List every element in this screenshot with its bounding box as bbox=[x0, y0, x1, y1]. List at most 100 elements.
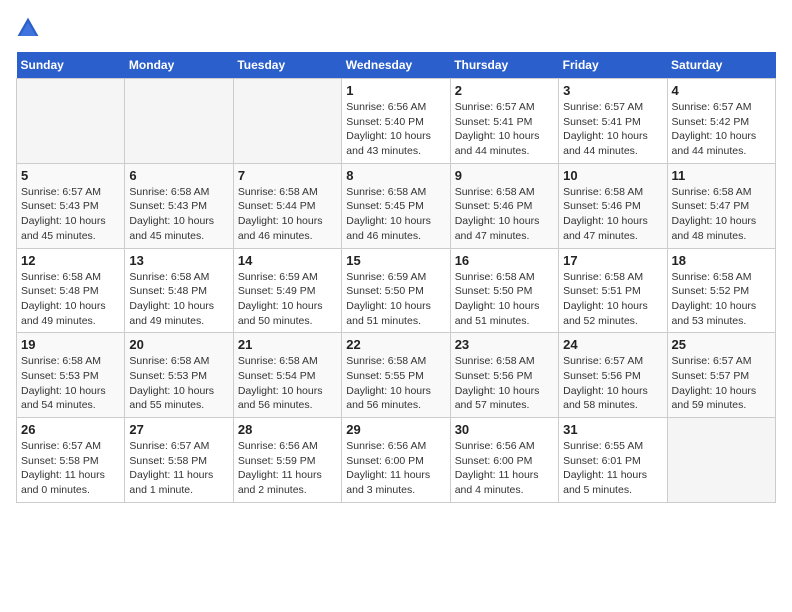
page-header bbox=[16, 16, 776, 40]
weekday-header-tuesday: Tuesday bbox=[233, 52, 341, 79]
day-info: Sunrise: 6:58 AM Sunset: 5:50 PM Dayligh… bbox=[455, 270, 554, 329]
weekday-header-monday: Monday bbox=[125, 52, 233, 79]
day-info: Sunrise: 6:56 AM Sunset: 5:59 PM Dayligh… bbox=[238, 439, 337, 498]
day-number: 6 bbox=[129, 168, 228, 183]
day-number: 2 bbox=[455, 83, 554, 98]
day-cell: 25 Sunrise: 6:57 AM Sunset: 5:57 PM Dayli… bbox=[667, 333, 775, 418]
day-cell: 18Sunrise: 6:58 AM Sunset: 5:52 PM Dayli… bbox=[667, 248, 775, 333]
day-number: 14 bbox=[238, 253, 337, 268]
day-info: Sunrise: 6:58 AM Sunset: 5:48 PM Dayligh… bbox=[129, 270, 228, 329]
weekday-header-sunday: Sunday bbox=[17, 52, 125, 79]
day-cell bbox=[125, 79, 233, 164]
day-info: Sunrise: 6:57 AM Sunset: 5:43 PM Dayligh… bbox=[21, 185, 120, 244]
day-number: 27 bbox=[129, 422, 228, 437]
day-cell: 29 Sunrise: 6:56 AM Sunset: 6:00 PM Dayli… bbox=[342, 418, 450, 503]
day-number: 20 bbox=[129, 337, 228, 352]
day-cell: 2 Sunrise: 6:57 AM Sunset: 5:41 PM Daylig… bbox=[450, 79, 558, 164]
day-cell: 11Sunrise: 6:58 AM Sunset: 5:47 PM Dayli… bbox=[667, 163, 775, 248]
day-info: Sunrise: 6:58 AM Sunset: 5:51 PM Dayligh… bbox=[563, 270, 662, 329]
day-number: 16 bbox=[455, 253, 554, 268]
day-number: 25 bbox=[672, 337, 771, 352]
day-cell bbox=[667, 418, 775, 503]
day-info: Sunrise: 6:58 AM Sunset: 5:44 PM Dayligh… bbox=[238, 185, 337, 244]
day-cell: 9 Sunrise: 6:58 AM Sunset: 5:46 PM Daylig… bbox=[450, 163, 558, 248]
day-cell: 28 Sunrise: 6:56 AM Sunset: 5:59 PM Dayli… bbox=[233, 418, 341, 503]
logo bbox=[16, 16, 44, 40]
day-number: 15 bbox=[346, 253, 445, 268]
day-cell: 3 Sunrise: 6:57 AM Sunset: 5:41 PM Daylig… bbox=[559, 79, 667, 164]
day-info: Sunrise: 6:58 AM Sunset: 5:53 PM Dayligh… bbox=[21, 354, 120, 413]
day-info: Sunrise: 6:58 AM Sunset: 5:48 PM Dayligh… bbox=[21, 270, 120, 329]
day-cell: 22 Sunrise: 6:58 AM Sunset: 5:55 PM Dayli… bbox=[342, 333, 450, 418]
day-cell: 16 Sunrise: 6:58 AM Sunset: 5:50 PM Dayli… bbox=[450, 248, 558, 333]
day-number: 7 bbox=[238, 168, 337, 183]
day-info: Sunrise: 6:57 AM Sunset: 5:57 PM Dayligh… bbox=[672, 354, 771, 413]
calendar-table: SundayMondayTuesdayWednesdayThursdayFrid… bbox=[16, 52, 776, 503]
day-number: 5 bbox=[21, 168, 120, 183]
day-number: 10 bbox=[563, 168, 662, 183]
day-cell: 26Sunrise: 6:57 AM Sunset: 5:58 PM Dayli… bbox=[17, 418, 125, 503]
day-number: 23 bbox=[455, 337, 554, 352]
day-cell: 4 Sunrise: 6:57 AM Sunset: 5:42 PM Daylig… bbox=[667, 79, 775, 164]
weekday-header-saturday: Saturday bbox=[667, 52, 775, 79]
day-cell: 6 Sunrise: 6:58 AM Sunset: 5:43 PM Daylig… bbox=[125, 163, 233, 248]
day-cell bbox=[233, 79, 341, 164]
week-row-2: 5 Sunrise: 6:57 AM Sunset: 5:43 PM Daylig… bbox=[17, 163, 776, 248]
logo-icon bbox=[16, 16, 40, 40]
day-number: 4 bbox=[672, 83, 771, 98]
day-cell: 8 Sunrise: 6:58 AM Sunset: 5:45 PM Daylig… bbox=[342, 163, 450, 248]
day-cell: 31 Sunrise: 6:55 AM Sunset: 6:01 PM Dayli… bbox=[559, 418, 667, 503]
weekday-header-wednesday: Wednesday bbox=[342, 52, 450, 79]
day-cell: 15 Sunrise: 6:59 AM Sunset: 5:50 PM Dayli… bbox=[342, 248, 450, 333]
day-number: 29 bbox=[346, 422, 445, 437]
day-number: 28 bbox=[238, 422, 337, 437]
day-number: 12 bbox=[21, 253, 120, 268]
day-info: Sunrise: 6:57 AM Sunset: 5:42 PM Dayligh… bbox=[672, 100, 771, 159]
day-cell: 5 Sunrise: 6:57 AM Sunset: 5:43 PM Daylig… bbox=[17, 163, 125, 248]
day-info: Sunrise: 6:55 AM Sunset: 6:01 PM Dayligh… bbox=[563, 439, 662, 498]
day-cell: 14 Sunrise: 6:59 AM Sunset: 5:49 PM Dayli… bbox=[233, 248, 341, 333]
day-info: Sunrise: 6:58 AM Sunset: 5:56 PM Dayligh… bbox=[455, 354, 554, 413]
day-cell: 1Sunrise: 6:56 AM Sunset: 5:40 PM Daylig… bbox=[342, 79, 450, 164]
day-number: 8 bbox=[346, 168, 445, 183]
day-info: Sunrise: 6:59 AM Sunset: 5:50 PM Dayligh… bbox=[346, 270, 445, 329]
day-cell: 17 Sunrise: 6:58 AM Sunset: 5:51 PM Dayli… bbox=[559, 248, 667, 333]
day-cell: 12 Sunrise: 6:58 AM Sunset: 5:48 PM Dayli… bbox=[17, 248, 125, 333]
day-cell: 19 Sunrise: 6:58 AM Sunset: 5:53 PM Dayli… bbox=[17, 333, 125, 418]
day-cell: 30Sunrise: 6:56 AM Sunset: 6:00 PM Dayli… bbox=[450, 418, 558, 503]
week-row-3: 12 Sunrise: 6:58 AM Sunset: 5:48 PM Dayli… bbox=[17, 248, 776, 333]
day-info: Sunrise: 6:58 AM Sunset: 5:46 PM Dayligh… bbox=[563, 185, 662, 244]
day-cell: 21Sunrise: 6:58 AM Sunset: 5:54 PM Dayli… bbox=[233, 333, 341, 418]
day-number: 24 bbox=[563, 337, 662, 352]
day-info: Sunrise: 6:58 AM Sunset: 5:55 PM Dayligh… bbox=[346, 354, 445, 413]
day-number: 21 bbox=[238, 337, 337, 352]
day-cell: 20Sunrise: 6:58 AM Sunset: 5:53 PM Dayli… bbox=[125, 333, 233, 418]
weekday-header-row: SundayMondayTuesdayWednesdayThursdayFrid… bbox=[17, 52, 776, 79]
day-cell bbox=[17, 79, 125, 164]
day-number: 3 bbox=[563, 83, 662, 98]
day-info: Sunrise: 6:57 AM Sunset: 5:58 PM Dayligh… bbox=[129, 439, 228, 498]
day-info: Sunrise: 6:58 AM Sunset: 5:43 PM Dayligh… bbox=[129, 185, 228, 244]
day-info: Sunrise: 6:56 AM Sunset: 5:40 PM Dayligh… bbox=[346, 100, 445, 159]
day-info: Sunrise: 6:58 AM Sunset: 5:46 PM Dayligh… bbox=[455, 185, 554, 244]
day-info: Sunrise: 6:58 AM Sunset: 5:52 PM Dayligh… bbox=[672, 270, 771, 329]
day-info: Sunrise: 6:57 AM Sunset: 5:58 PM Dayligh… bbox=[21, 439, 120, 498]
day-info: Sunrise: 6:57 AM Sunset: 5:41 PM Dayligh… bbox=[563, 100, 662, 159]
day-number: 9 bbox=[455, 168, 554, 183]
day-cell: 27 Sunrise: 6:57 AM Sunset: 5:58 PM Dayli… bbox=[125, 418, 233, 503]
day-info: Sunrise: 6:56 AM Sunset: 6:00 PM Dayligh… bbox=[346, 439, 445, 498]
week-row-5: 26Sunrise: 6:57 AM Sunset: 5:58 PM Dayli… bbox=[17, 418, 776, 503]
weekday-header-friday: Friday bbox=[559, 52, 667, 79]
day-number: 31 bbox=[563, 422, 662, 437]
week-row-4: 19 Sunrise: 6:58 AM Sunset: 5:53 PM Dayli… bbox=[17, 333, 776, 418]
day-info: Sunrise: 6:57 AM Sunset: 5:56 PM Dayligh… bbox=[563, 354, 662, 413]
day-number: 22 bbox=[346, 337, 445, 352]
day-info: Sunrise: 6:57 AM Sunset: 5:41 PM Dayligh… bbox=[455, 100, 554, 159]
day-info: Sunrise: 6:58 AM Sunset: 5:45 PM Dayligh… bbox=[346, 185, 445, 244]
day-info: Sunrise: 6:59 AM Sunset: 5:49 PM Dayligh… bbox=[238, 270, 337, 329]
day-number: 13 bbox=[129, 253, 228, 268]
day-cell: 24 Sunrise: 6:57 AM Sunset: 5:56 PM Dayli… bbox=[559, 333, 667, 418]
day-number: 19 bbox=[21, 337, 120, 352]
day-number: 11 bbox=[672, 168, 771, 183]
day-number: 17 bbox=[563, 253, 662, 268]
